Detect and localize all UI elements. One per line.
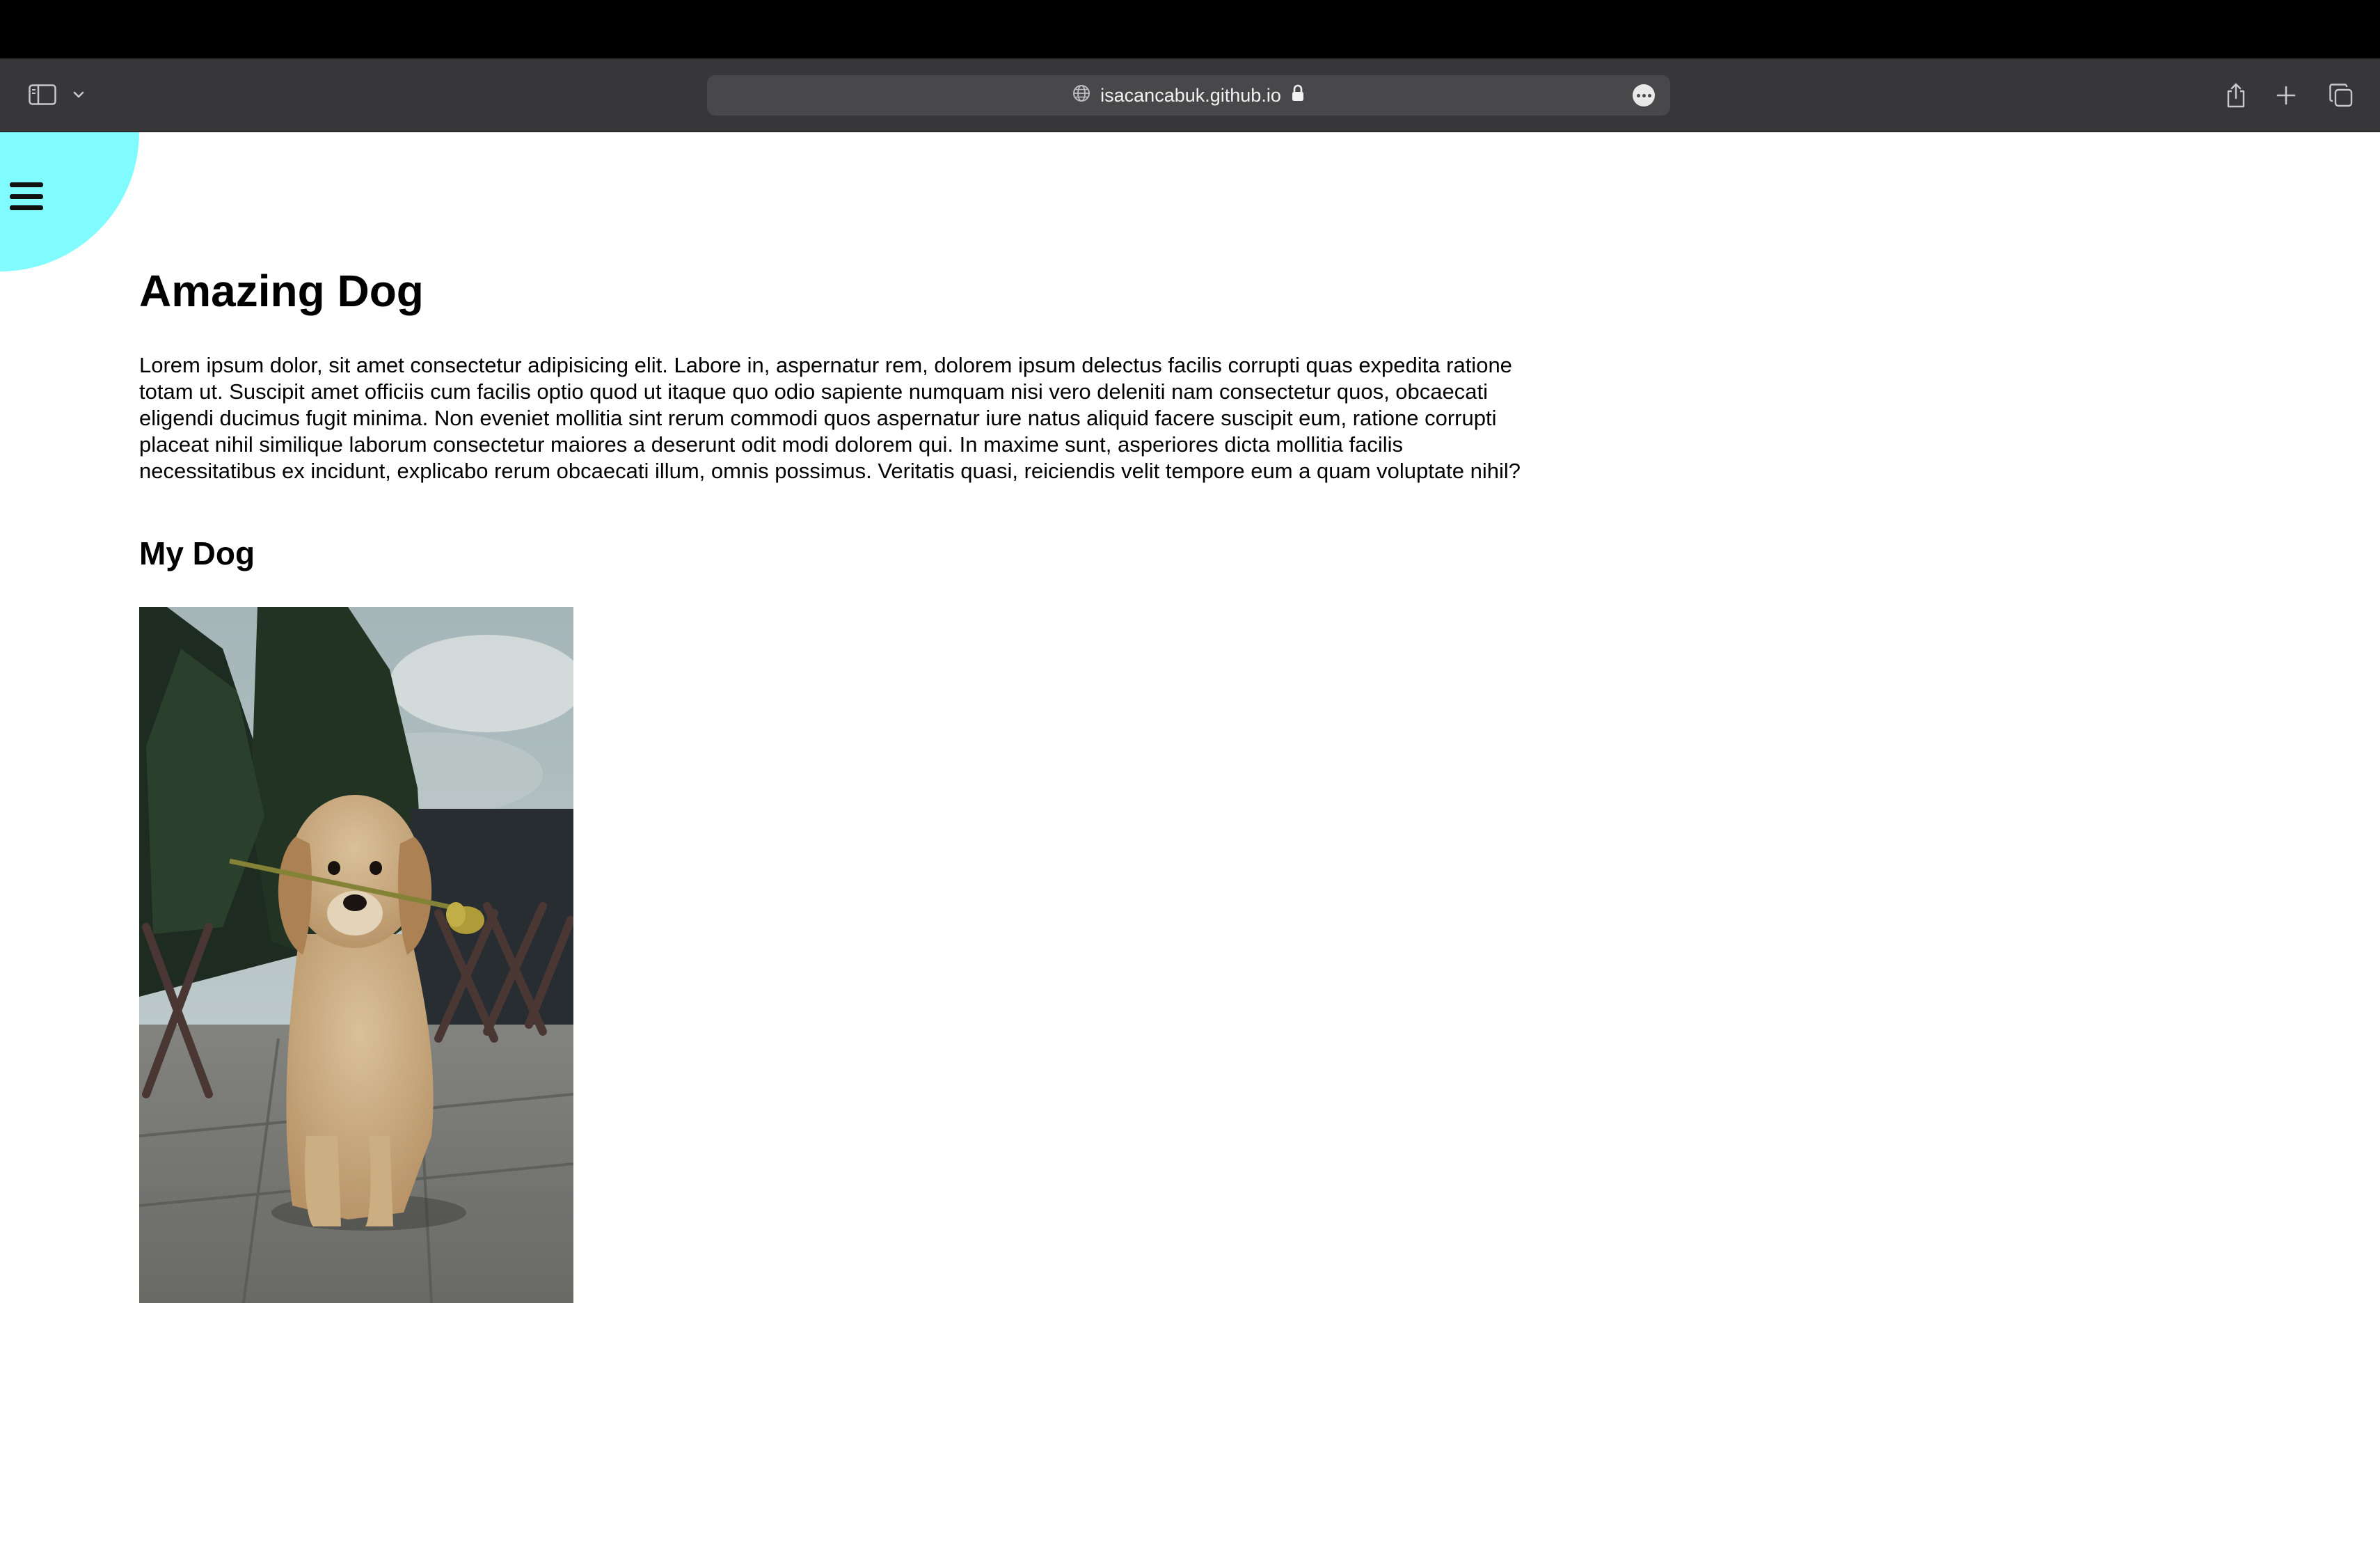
plus-icon[interactable] [2270, 75, 2302, 116]
dog-photo [139, 607, 573, 1303]
browser-toolbar: isacancabuk.github.io [0, 58, 2380, 132]
url-text: isacancabuk.github.io [1100, 84, 1281, 106]
web-page: Amazing Dog Lorem ipsum dolor, sit amet … [0, 132, 2380, 1548]
address-bar[interactable]: isacancabuk.github.io [707, 75, 1670, 116]
section-heading: My Dog [139, 535, 255, 571]
lock-icon [1291, 84, 1305, 107]
globe-icon [1072, 84, 1090, 107]
url-display[interactable]: isacancabuk.github.io [707, 75, 1670, 116]
hamburger-icon[interactable] [10, 182, 45, 210]
page-title: Amazing Dog [139, 266, 424, 316]
tabs-overview-icon[interactable] [2323, 75, 2359, 116]
intro-paragraph: Lorem ipsum dolor, sit amet consectetur … [139, 353, 1521, 483]
chevron-down-icon[interactable] [68, 79, 89, 110]
more-icon[interactable] [1633, 84, 1655, 106]
sidebar-icon[interactable] [25, 79, 60, 110]
share-icon[interactable] [2220, 75, 2252, 116]
system-menu-bar [0, 0, 2380, 58]
